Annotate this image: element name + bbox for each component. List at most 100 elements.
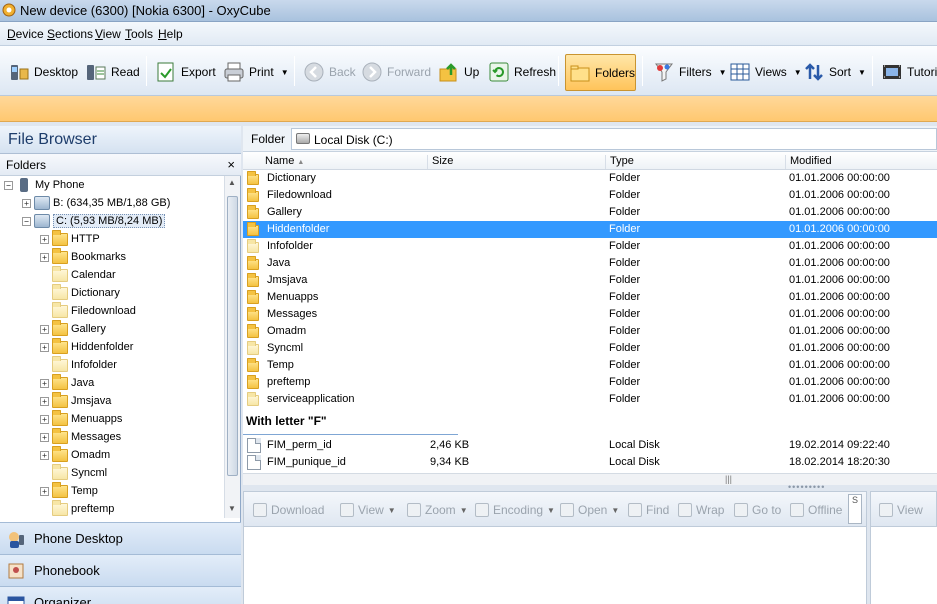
column-header-modified[interactable]: Modified — [785, 155, 937, 169]
download-button[interactable]: Download — [253, 503, 324, 517]
drive-icon — [296, 133, 310, 144]
expand-icon[interactable]: + — [40, 432, 49, 442]
expand-icon[interactable]: + — [40, 450, 49, 460]
table-row[interactable]: Dictionary Folder 01.01.2006 00:00:00 — [243, 170, 937, 187]
cell-size: 2,46 KB — [430, 439, 470, 451]
tree-folder-item[interactable]: Calendar — [40, 265, 116, 284]
table-row[interactable]: Syncml Folder 01.01.2006 00:00:00 — [243, 340, 937, 357]
table-row[interactable]: Menuapps Folder 01.01.2006 00:00:00 — [243, 289, 937, 306]
find-button[interactable]: Find — [628, 503, 669, 517]
views-button[interactable]: Views ▼ — [726, 54, 805, 90]
column-header-size[interactable]: Size — [427, 155, 605, 169]
tree-folder-item[interactable]: + Menuapps — [40, 409, 122, 428]
find-label: Find — [646, 503, 670, 517]
scroll-thumb[interactable] — [227, 196, 238, 476]
table-row[interactable]: preftemp Folder 01.01.2006 00:00:00 — [243, 374, 937, 391]
forward-button[interactable]: Forward — [358, 54, 434, 90]
expand-icon[interactable]: + — [40, 234, 49, 244]
filters-button[interactable]: Filters ▼ — [650, 54, 730, 90]
horizontal-scrollbar[interactable]: ||| — [243, 473, 937, 485]
tutorial-button[interactable]: Tutorial — [878, 54, 937, 90]
table-row[interactable]: Filedownload Folder 01.01.2006 00:00:00 — [243, 187, 937, 204]
expand-icon[interactable]: + — [40, 414, 49, 424]
tree-folder-item[interactable]: Infofolder — [40, 355, 117, 374]
nav-phonebook[interactable]: Phonebook — [0, 554, 241, 586]
folders-toggle-button[interactable]: Folders — [565, 54, 636, 91]
offline-button[interactable]: Offline — [790, 503, 842, 517]
zoom-label: Zoom — [425, 503, 456, 517]
view-button[interactable]: View ▼ — [340, 503, 396, 517]
tree-scrollbar[interactable]: ▲ ▼ — [224, 176, 240, 518]
scroll-down-icon[interactable]: ▼ — [228, 504, 236, 513]
expand-icon[interactable]: + — [40, 378, 49, 388]
up-button[interactable]: Up — [435, 54, 482, 90]
table-row[interactable]: Infofolder Folder 01.01.2006 00:00:00 — [243, 238, 937, 255]
folder-path-field[interactable]: Local Disk (C:) — [291, 128, 937, 150]
scroll-up-icon[interactable]: ▲ — [228, 178, 236, 187]
wrap-button[interactable]: Wrap — [678, 503, 724, 517]
tree-folder-item[interactable]: + Omadm — [40, 445, 110, 464]
collapse-icon[interactable]: − — [4, 180, 13, 190]
table-row[interactable]: Jmsjava Folder 01.01.2006 00:00:00 — [243, 272, 937, 289]
table-row[interactable]: Omadm Folder 01.01.2006 00:00:00 — [243, 323, 937, 340]
open-button[interactable]: Open ▼ — [560, 503, 619, 517]
nav-phone-desktop[interactable]: Phone Desktop — [0, 522, 241, 554]
goto-button[interactable]: Go to — [734, 503, 781, 517]
tree-folder-item[interactable]: + HTTP — [40, 229, 100, 248]
tree-drive-c[interactable]: − C: (5,93 MB/8,24 MB) — [22, 212, 166, 230]
tree-root-my-phone[interactable]: − My Phone — [4, 176, 85, 194]
filter-icon — [655, 63, 673, 82]
expand-icon[interactable]: + — [40, 324, 49, 334]
sort-button[interactable]: Sort ▼ — [800, 54, 869, 90]
table-row[interactable]: Gallery Folder 01.01.2006 00:00:00 — [243, 204, 937, 221]
export-button[interactable]: Export — [152, 54, 219, 90]
file-icon — [247, 455, 261, 470]
scroll-grip-icon[interactable]: ||| — [725, 474, 732, 484]
table-row[interactable]: Messages Folder 01.01.2006 00:00:00 — [243, 306, 937, 323]
menu-device[interactable]: Device — [7, 27, 44, 41]
cell-name: Temp — [267, 359, 294, 371]
tree-folder-item[interactable]: Filedownload — [40, 301, 136, 320]
table-row[interactable]: FIM_punique_id 9,34 KB Local Disk 18.02.201… — [243, 454, 937, 471]
expand-icon[interactable]: + — [40, 252, 49, 262]
tree-folder-item[interactable]: + Hiddenfolder — [40, 337, 133, 356]
print-button[interactable]: Print ▼ — [220, 54, 292, 90]
table-row[interactable]: serviceapplication Folder 01.01.2006 00:00… — [243, 391, 937, 408]
nav-organizer[interactable]: Organizer — [0, 586, 241, 604]
column-header-type[interactable]: Type — [605, 155, 785, 169]
cell-name: serviceapplication — [267, 393, 355, 405]
desktop-button[interactable]: Desktop — [5, 54, 81, 90]
tree-folder-item[interactable]: Syncml — [40, 463, 107, 482]
menu-sections[interactable]: Sections — [47, 27, 93, 41]
expand-icon[interactable]: + — [40, 342, 49, 352]
menu-tools[interactable]: Tools — [125, 27, 153, 41]
back-button[interactable]: Back — [300, 54, 359, 90]
expand-icon[interactable]: + — [40, 396, 49, 406]
zoom-button[interactable]: Zoom ▼ — [407, 503, 468, 517]
tree-folder-item[interactable]: + Bookmarks — [40, 247, 126, 266]
table-row[interactable]: Temp Folder 01.01.2006 00:00:00 — [243, 357, 937, 374]
read-button[interactable]: Read — [82, 54, 143, 90]
tree-folder-item[interactable]: + Gallery — [40, 319, 106, 338]
tree-folder-item[interactable]: + Messages — [40, 427, 121, 446]
menu-help[interactable]: Help — [158, 27, 183, 41]
expand-icon[interactable]: + — [22, 198, 31, 208]
tree-folder-item[interactable]: Dictionary — [40, 283, 120, 302]
viewer-toolbar-scroll[interactable]: S — [848, 494, 862, 524]
expand-icon[interactable]: + — [40, 486, 49, 496]
column-header-name[interactable]: Name ▲ — [261, 155, 427, 169]
refresh-button[interactable]: Refresh — [485, 54, 559, 90]
menu-view[interactable]: View — [95, 27, 121, 41]
tree-folder-item[interactable]: + Temp — [40, 481, 98, 500]
table-row[interactable]: Hiddenfolder Folder 01.01.2006 00:00:00 — [243, 221, 937, 238]
tree-folder-item[interactable]: + Java — [40, 373, 94, 392]
table-row[interactable]: FIM_perm_id 2,46 KB Local Disk 19.02.2014 0… — [243, 437, 937, 454]
encoding-button[interactable]: Encoding ▼ — [475, 503, 555, 517]
view-button-secondary[interactable]: View — [879, 503, 923, 517]
collapse-icon[interactable]: − — [22, 216, 31, 226]
tree-drive-b[interactable]: + B: (634,35 MB/1,88 GB) — [22, 194, 170, 212]
table-row[interactable]: Java Folder 01.01.2006 00:00:00 — [243, 255, 937, 272]
tree-folder-item[interactable]: preftemp — [40, 499, 114, 518]
tree-folder-item[interactable]: + Jmsjava — [40, 391, 111, 410]
close-icon[interactable]: × — [227, 157, 235, 172]
